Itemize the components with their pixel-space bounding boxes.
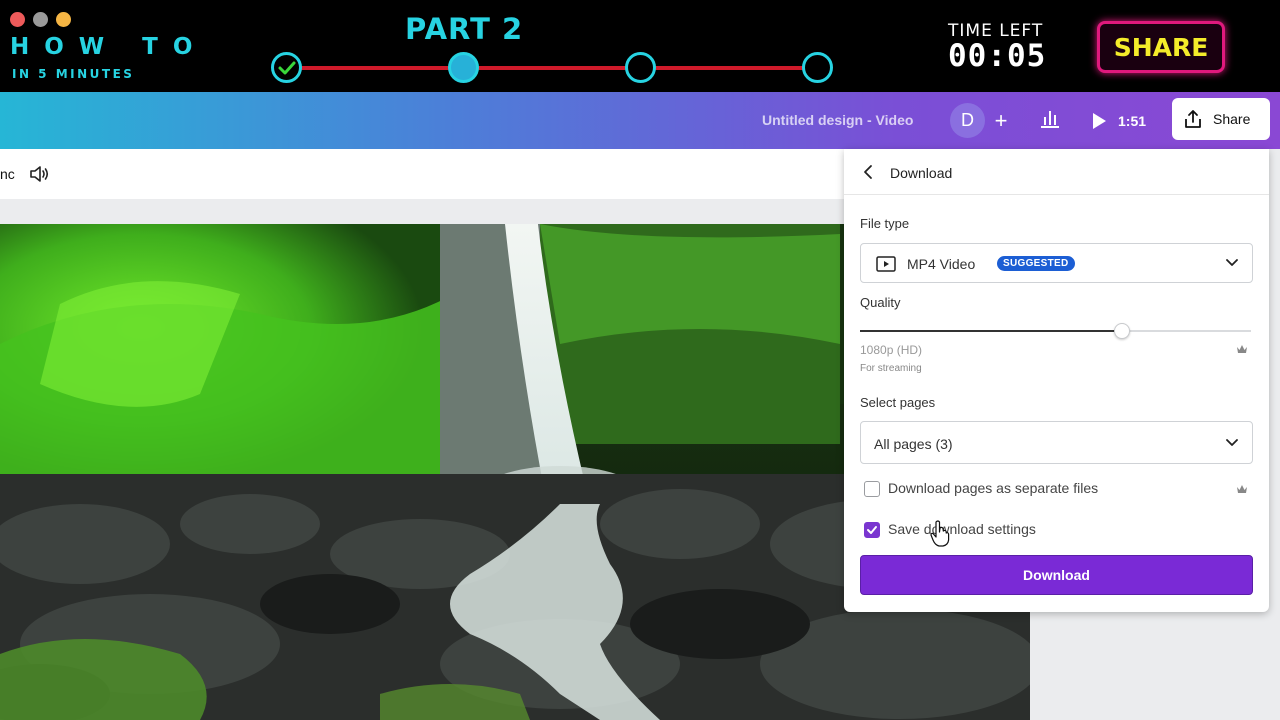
share-button[interactable]: Share: [1172, 98, 1270, 140]
toolbar-partial-label[interactable]: nc: [0, 166, 15, 182]
avatar[interactable]: D: [950, 103, 985, 138]
bar-chart-icon: [1041, 111, 1059, 128]
progress-step-1: [271, 52, 302, 83]
quality-slider-handle[interactable]: [1113, 323, 1130, 339]
suggested-badge: SUGGESTED: [997, 256, 1075, 271]
document-title[interactable]: Untitled design - Video: [762, 112, 913, 128]
progress-step-3: [625, 52, 656, 83]
speaker-icon: [30, 166, 49, 182]
crown-icon: [1237, 485, 1247, 493]
download-button[interactable]: Download: [860, 555, 1253, 595]
maximize-window-dot[interactable]: [56, 12, 71, 27]
chevron-left-icon: [864, 165, 872, 179]
editor-header: Untitled design - Video D + 1:51 Share: [0, 92, 1280, 149]
play-icon: [1093, 112, 1106, 129]
quality-label: Quality: [860, 295, 901, 310]
part-title: PART 2: [405, 12, 524, 46]
share-button-label: Share: [1213, 111, 1251, 127]
progress-step-4: [802, 52, 833, 83]
volume-button[interactable]: [29, 164, 51, 189]
progress-track: [287, 66, 818, 70]
file-type-value: MP4 Video: [907, 256, 976, 272]
checkmark-icon: [278, 61, 295, 74]
video-duration: 1:51: [1118, 112, 1147, 129]
select-pages-dropdown[interactable]: All pages (3): [860, 421, 1253, 464]
window-controls: [10, 12, 71, 27]
select-pages-label: Select pages: [860, 395, 936, 410]
tutorial-banner: HOW TO IN 5 MINUTES PART 2 TIME LEFT 00:…: [0, 0, 1280, 92]
how-to-subtitle: IN 5 MINUTES: [12, 67, 135, 81]
video-file-icon: [876, 256, 896, 272]
countdown-timer: 00:05: [948, 38, 1047, 74]
quality-slider-fill: [860, 330, 1122, 332]
crown-icon: [1237, 345, 1247, 353]
download-panel-header: Download: [844, 149, 1269, 195]
save-settings-checkbox[interactable]: [864, 522, 880, 538]
progress-step-2: [448, 52, 479, 83]
separate-files-label[interactable]: Download pages as separate files: [888, 480, 1098, 496]
download-panel-title: Download: [890, 165, 953, 181]
quality-value: 1080p (HD): [860, 343, 923, 357]
upload-icon: [1185, 110, 1201, 128]
back-button[interactable]: [862, 164, 874, 185]
quality-note: For streaming: [860, 363, 922, 374]
hand-cursor-icon: [930, 520, 950, 547]
file-type-label: File type: [860, 216, 910, 231]
quality-slider[interactable]: [860, 323, 1251, 339]
minimize-window-dot[interactable]: [33, 12, 48, 27]
file-type-select[interactable]: MP4 Video SUGGESTED: [860, 243, 1253, 283]
chevron-down-icon: [1226, 259, 1238, 266]
how-to-title: HOW TO: [10, 34, 208, 60]
insights-button[interactable]: [1040, 107, 1060, 134]
save-settings-label[interactable]: Save download settings: [888, 521, 1036, 537]
separate-files-checkbox[interactable]: [864, 481, 880, 497]
select-pages-value: All pages (3): [874, 436, 953, 452]
add-collaborator-button[interactable]: +: [989, 103, 1013, 138]
share-banner-badge: SHARE: [1097, 21, 1225, 73]
play-button[interactable]: 1:51: [1090, 103, 1146, 138]
chevron-down-icon: [1226, 439, 1238, 446]
close-window-dot[interactable]: [10, 12, 25, 27]
download-panel: Download File type MP4 Video SUGGESTED Q…: [844, 149, 1269, 612]
